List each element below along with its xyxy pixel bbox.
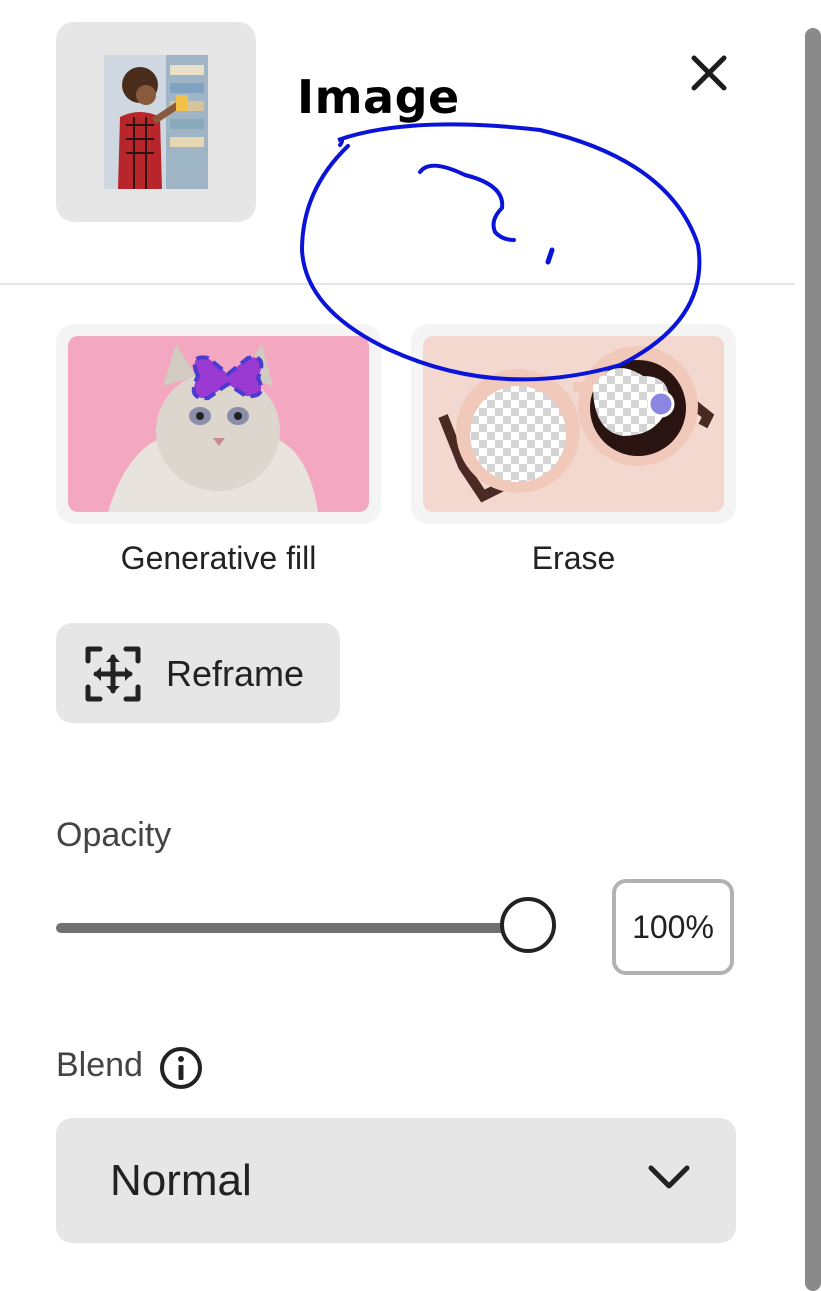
erase-card[interactable] — [411, 324, 736, 524]
blend-mode-value: Normal — [110, 1156, 252, 1205]
opacity-label: Opacity — [56, 816, 172, 854]
erase-label: Erase — [531, 540, 616, 576]
generative-fill-preview — [68, 336, 369, 512]
info-icon[interactable] — [158, 1045, 204, 1091]
reframe-label: Reframe — [166, 653, 305, 694]
close-icon[interactable] — [684, 48, 734, 98]
blend-mode-dropdown[interactable]: Normal — [56, 1118, 736, 1243]
reframe-button[interactable]: Reframe — [56, 623, 340, 723]
header-divider — [0, 283, 795, 285]
image-thumbnail[interactable] — [56, 22, 256, 222]
thumbnail-photo — [104, 55, 208, 189]
chevron-down-icon — [646, 1162, 692, 1192]
opacity-value-field[interactable]: 100% — [612, 879, 734, 975]
opacity-slider-thumb[interactable] — [500, 897, 556, 953]
opacity-slider-track[interactable] — [56, 923, 530, 933]
panel-title: Image — [297, 70, 460, 124]
generative-fill-label: Generative fill — [120, 540, 317, 576]
image-properties-panel: Image Generative fill Erase Reframe Opac… — [0, 0, 805, 1291]
erase-preview — [423, 336, 724, 512]
reframe-icon — [84, 645, 142, 703]
generative-fill-card[interactable] — [56, 324, 381, 524]
panel-scrollbar[interactable] — [805, 28, 821, 1291]
blend-label: Blend — [56, 1046, 143, 1084]
